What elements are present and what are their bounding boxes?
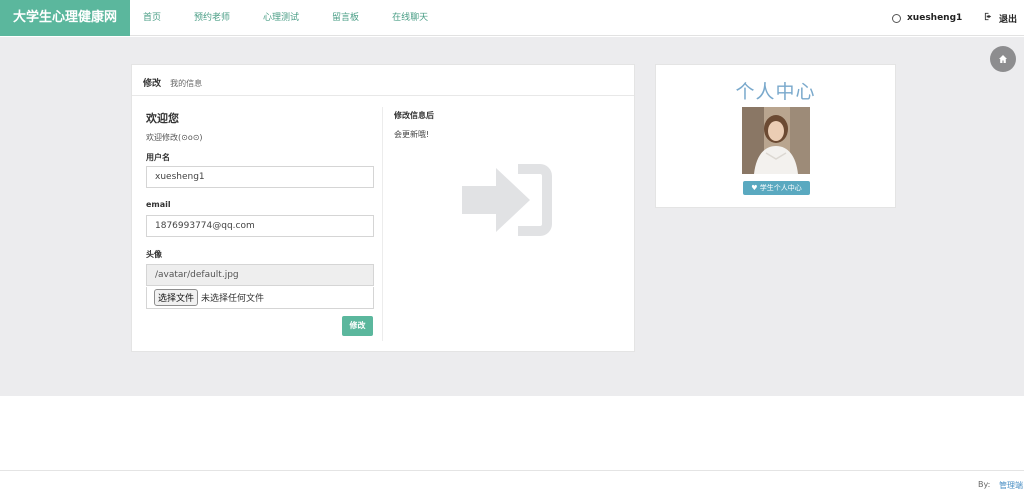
nav-appointment[interactable]: 预约老师: [194, 0, 230, 36]
file-status: 未选择任何文件: [201, 294, 265, 304]
home-icon[interactable]: [990, 46, 1016, 72]
info-subtitle: 会更新哦!: [394, 130, 430, 139]
nav-test[interactable]: 心理测试: [263, 0, 299, 36]
avatar-path-field[interactable]: /avatar/default.jpg: [146, 264, 374, 286]
column-divider: [382, 107, 383, 341]
heart-icon: ♥: [751, 184, 758, 192]
student-center-label: 学生个人中心: [759, 184, 802, 192]
logout-button[interactable]: 退出: [984, 0, 1017, 36]
main-nav: 首页 预约老师 心理测试 留言板 在线聊天: [143, 0, 461, 36]
choose-file-button[interactable]: 选择文件: [154, 289, 199, 306]
nav-online-chat[interactable]: 在线聊天: [392, 0, 428, 36]
sign-in-icon: [460, 160, 556, 244]
email-label: email: [146, 200, 171, 209]
nav-home[interactable]: 首页: [143, 0, 161, 36]
avatar-label: 头像: [146, 250, 162, 259]
welcome-title: 欢迎您: [146, 112, 179, 125]
username-field[interactable]: xuesheng1: [146, 166, 374, 188]
admin-link[interactable]: 管理端: [999, 480, 1023, 491]
welcome-subtitle: 欢迎修改(⊙o⊙): [146, 133, 203, 142]
edit-profile-panel: 修改 我的信息 欢迎您 欢迎修改(⊙o⊙) 用户名 xuesheng1 emai…: [131, 64, 635, 352]
panel-header: 修改 我的信息: [132, 65, 634, 96]
submit-button[interactable]: 修改: [342, 316, 373, 336]
info-title: 修改信息后: [394, 111, 434, 120]
logout-label: 退出: [999, 14, 1018, 25]
personal-center-card: 个人中心 ♥ 学生个人中心: [655, 64, 896, 208]
username-label: 用户名: [146, 153, 170, 162]
footer: By: 管理端: [0, 470, 1024, 497]
footer-by: By:: [978, 480, 991, 489]
student-center-button[interactable]: ♥ 学生个人中心: [743, 181, 810, 195]
avatar: [742, 107, 810, 174]
panel-title: 修改: [143, 79, 162, 89]
card-title: 个人中心: [735, 81, 816, 103]
panel-subtitle: 我的信息: [170, 79, 203, 88]
site-brand[interactable]: 大学生心理健康网: [0, 0, 130, 36]
nav-message-board[interactable]: 留言板: [332, 0, 359, 36]
user-name: xuesheng1: [907, 13, 963, 23]
logout-icon: [984, 12, 993, 24]
file-input: 选择文件 未选择任何文件: [146, 287, 374, 309]
user-icon: [892, 13, 901, 23]
top-navbar: 大学生心理健康网 首页 预约老师 心理测试 留言板 在线聊天 xuesheng1…: [0, 0, 1024, 36]
current-user[interactable]: xuesheng1: [892, 0, 962, 36]
email-field[interactable]: 18769937​74@qq.com: [146, 215, 374, 237]
